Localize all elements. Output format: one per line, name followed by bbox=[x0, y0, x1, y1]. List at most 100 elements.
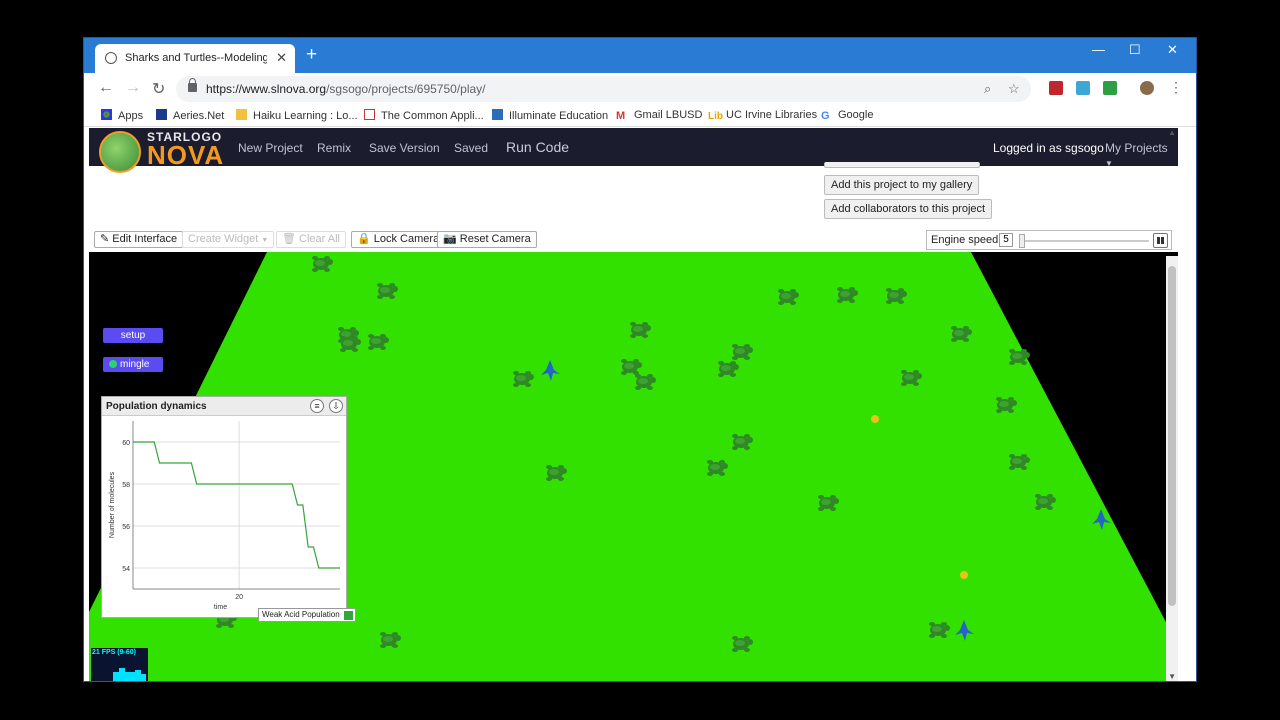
google-icon: G bbox=[821, 110, 830, 122]
hidden-button bbox=[824, 162, 980, 168]
nav-new-project[interactable]: New Project bbox=[238, 141, 303, 155]
lock-camera-button[interactable]: 🔒 Lock Camera bbox=[351, 231, 446, 248]
bookmark-label: The Common Appli... bbox=[381, 110, 484, 122]
bookmark-common-app[interactable]: The Common Appli... bbox=[364, 109, 484, 122]
bookmark-google[interactable]: G Google bbox=[821, 109, 874, 122]
turtle-agent bbox=[377, 283, 398, 299]
caret-down-icon: ▼ bbox=[1105, 159, 1113, 168]
close-tab-icon[interactable]: ✕ bbox=[276, 50, 287, 66]
line-chart: 54 56 58 60 20 time Number of molecules bbox=[109, 421, 340, 611]
browser-tab[interactable]: Sharks and Turtles--Modeling W... ✕ bbox=[95, 44, 295, 73]
menu-icon[interactable]: ⋮ bbox=[1169, 79, 1183, 96]
bookmark-label: Aeries.Net bbox=[173, 110, 225, 122]
address-bar[interactable]: https://www.slnova.org/sgsogo/projects/6… bbox=[176, 76, 1031, 102]
bookmark-haiku[interactable]: Haiku Learning : Lo... bbox=[236, 109, 358, 122]
bookmark-gmail[interactable]: M Gmail LBUSD bbox=[616, 109, 702, 122]
tab-title: Sharks and Turtles--Modeling W... bbox=[125, 52, 267, 64]
url-text: https://www.slnova.org/sgsogo/projects/6… bbox=[206, 82, 486, 96]
run-code-button[interactable]: Run Code bbox=[506, 139, 569, 155]
lock-icon: 🔒 bbox=[357, 233, 371, 245]
close-window-icon[interactable]: ✕ bbox=[1167, 42, 1178, 58]
graph-title: Population dynamics bbox=[106, 401, 207, 412]
bookmark-label: Illuminate Education bbox=[509, 110, 609, 122]
engine-speed-control: Engine speed 5 bbox=[926, 230, 1172, 250]
nav-saved: Saved bbox=[454, 141, 489, 155]
download-icon[interactable]: ⇩ bbox=[329, 399, 343, 413]
scrollbar-thumb[interactable] bbox=[1168, 266, 1176, 606]
pause-icon[interactable] bbox=[1153, 233, 1168, 248]
back-icon[interactable]: ← bbox=[98, 79, 114, 97]
starlogo-logo-icon[interactable] bbox=[99, 131, 141, 173]
series-line bbox=[133, 441, 340, 569]
reset-camera-label: Reset Camera bbox=[459, 233, 531, 245]
3d-world-view[interactable]: setup mingle Population dynamics ≡ ⇩ 54 5… bbox=[89, 252, 1178, 681]
bookmark-uci[interactable]: Lib UC Irvine Libraries bbox=[708, 109, 817, 122]
clear-all-label: Clear All bbox=[299, 233, 340, 245]
turtle-agent bbox=[340, 336, 361, 352]
logged-in-text: Logged in as sgsogo bbox=[993, 141, 1104, 155]
create-widget-button: Create Widget ▼ bbox=[182, 231, 275, 248]
illuminate-icon bbox=[492, 109, 503, 120]
page-scrollbar[interactable] bbox=[1166, 256, 1178, 681]
nav-save-version[interactable]: Save Version bbox=[369, 141, 440, 155]
scroll-up-icon[interactable]: ▲ bbox=[1168, 128, 1176, 137]
bookmark-apps[interactable]: Apps bbox=[101, 109, 143, 122]
logo-bottom: NOVA bbox=[147, 140, 225, 170]
turtle-agent bbox=[951, 326, 972, 342]
nav-remix[interactable]: Remix bbox=[317, 141, 351, 155]
extension-icon[interactable] bbox=[1103, 81, 1117, 95]
common-app-icon bbox=[364, 109, 375, 120]
turtle-agent bbox=[718, 361, 739, 377]
legend-label: Weak Acid Population bbox=[262, 610, 340, 619]
chart-legend: Weak Acid Population bbox=[258, 608, 356, 622]
lock-camera-label: Lock Camera bbox=[373, 233, 440, 245]
turtle-agent bbox=[929, 622, 950, 638]
pdf-extension-icon[interactable] bbox=[1049, 81, 1063, 95]
engine-speed-value: 5 bbox=[999, 233, 1013, 247]
population-graph-widget[interactable]: Population dynamics ≡ ⇩ 54 56 58 60 20 time Nu… bbox=[101, 396, 347, 618]
zoom-icon[interactable]: ⌕ bbox=[984, 81, 991, 97]
drive-extension-icon[interactable] bbox=[1076, 81, 1090, 95]
new-tab-icon[interactable]: + bbox=[306, 44, 317, 66]
edit-interface-button[interactable]: ✎ Edit Interface bbox=[94, 231, 184, 248]
engine-speed-slider[interactable] bbox=[1019, 234, 1025, 248]
gmail-icon: M bbox=[616, 110, 626, 122]
browser-window: Sharks and Turtles--Modeling W... ✕ + — … bbox=[83, 37, 1197, 682]
turtle-agent bbox=[1009, 349, 1030, 365]
reset-camera-button[interactable]: 📷 Reset Camera bbox=[437, 231, 537, 248]
my-projects-menu[interactable]: My Projects ▼ bbox=[1105, 141, 1178, 169]
add-collaborators-button[interactable]: Add collaborators to this project bbox=[824, 199, 993, 219]
molecule-agent bbox=[960, 571, 968, 579]
bookmark-aeries[interactable]: Aeries.Net bbox=[156, 109, 224, 122]
turtle-agent bbox=[837, 287, 858, 303]
setup-button[interactable]: setup bbox=[103, 328, 163, 343]
turtle-agent bbox=[996, 397, 1017, 413]
app-navbar: STARLOGO NOVA New Project Remix Save Ver… bbox=[89, 128, 1178, 173]
forward-icon[interactable]: → bbox=[125, 79, 141, 97]
y-tick-label: 60 bbox=[122, 440, 130, 447]
y-tick-label: 54 bbox=[122, 566, 130, 573]
maximize-icon[interactable]: ☐ bbox=[1129, 42, 1141, 58]
bookmark-illuminate[interactable]: Illuminate Education bbox=[492, 109, 608, 122]
turtle-agent bbox=[901, 370, 922, 386]
bookmark-label: UC Irvine Libraries bbox=[726, 109, 818, 121]
avatar[interactable] bbox=[1140, 81, 1154, 95]
scroll-down-icon[interactable]: ▼ bbox=[1168, 672, 1176, 681]
engine-speed-track[interactable] bbox=[1019, 240, 1149, 242]
url-path: /sgsogo/projects/695750/play/ bbox=[326, 82, 486, 96]
url-domain: https://www.slnova.org bbox=[206, 82, 327, 96]
engine-speed-label: Engine speed bbox=[931, 234, 999, 246]
bookmark-label: Google bbox=[838, 109, 874, 121]
trash-icon: 🗑 bbox=[282, 233, 296, 245]
turtle-agent bbox=[513, 371, 534, 387]
mingle-button[interactable]: mingle bbox=[103, 357, 163, 372]
star-icon[interactable]: ☆ bbox=[1008, 81, 1020, 97]
turtle-agent bbox=[621, 359, 642, 375]
add-to-gallery-button[interactable]: Add this project to my gallery bbox=[824, 175, 980, 195]
minimize-icon[interactable]: — bbox=[1092, 42, 1105, 57]
reload-icon[interactable]: ↻ bbox=[152, 79, 165, 99]
table-view-icon[interactable]: ≡ bbox=[310, 399, 324, 413]
bookmarks-bar: Apps Aeries.Net Haiku Learning : Lo... T… bbox=[84, 105, 1196, 127]
x-axis-label: time bbox=[214, 604, 227, 611]
edit-interface-label: Edit Interface bbox=[112, 233, 178, 245]
